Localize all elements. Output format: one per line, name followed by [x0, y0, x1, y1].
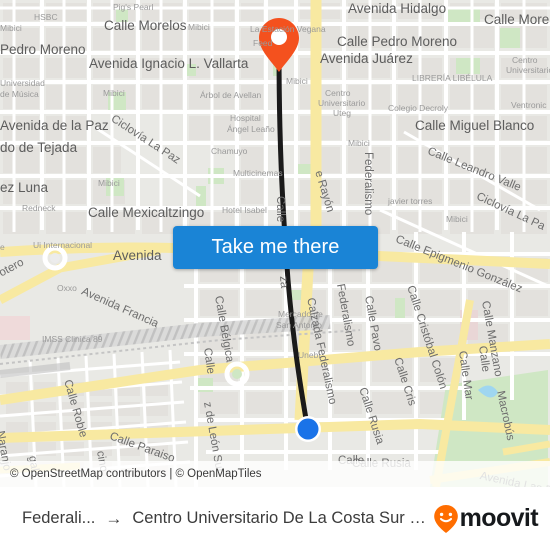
map-canvas[interactable]: HSBC Pig's Pearl Avenida Hidalgo Calle More…	[0, 0, 550, 487]
attribution-text: © OpenStreetMap contributors | © OpenMap…	[10, 468, 262, 480]
route-destination-label: Centro Universitario De La Costa Sur Se.…	[132, 509, 433, 527]
map-attribution: © OpenStreetMap contributors | © OpenMap…	[0, 461, 550, 487]
moovit-logo[interactable]: moovit	[433, 504, 550, 534]
map-screen: HSBC Pig's Pearl Avenida Hidalgo Calle More…	[0, 0, 550, 550]
arrow-right-icon: →	[105, 509, 123, 528]
route-footer-bar: Federali... → Centro Universitario De La…	[0, 487, 550, 550]
route-summary[interactable]: Federali... → Centro Universitario De La…	[0, 509, 433, 528]
route-origin-label: Federali...	[22, 509, 96, 527]
take-me-there-label: Take me there	[211, 236, 340, 258]
take-me-there-button[interactable]: Take me there	[173, 226, 378, 269]
origin-dot-icon	[295, 416, 321, 442]
moovit-pin-smile-icon	[433, 504, 458, 533]
moovit-wordmark: moovit	[459, 504, 539, 532]
